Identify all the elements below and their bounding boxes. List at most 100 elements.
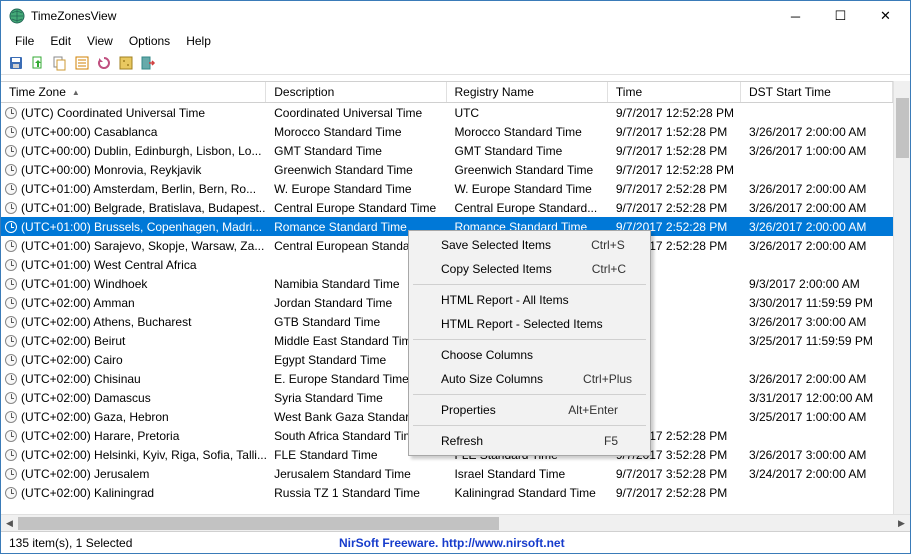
context-menu-item[interactable]: Auto Size ColumnsCtrl+Plus [411, 367, 648, 391]
vertical-scrollbar[interactable] [893, 81, 910, 514]
exit-icon[interactable] [139, 54, 157, 72]
refresh-icon[interactable] [95, 54, 113, 72]
cell-tz: (UTC) Coordinated Universal Time [1, 106, 266, 120]
clock-icon [5, 411, 17, 423]
menu-label: Choose Columns [441, 348, 618, 362]
menu-options[interactable]: Options [121, 32, 178, 50]
titlebar: TimeZonesView ─ ☐ ✕ [1, 1, 910, 31]
context-menu-item[interactable]: HTML Report - Selected Items [411, 312, 648, 336]
column-header[interactable]: Time Zone▲ [1, 82, 266, 102]
properties-icon[interactable] [73, 54, 91, 72]
maximize-button[interactable]: ☐ [818, 2, 863, 30]
cell-desc: GMT Standard Time [266, 144, 446, 158]
context-menu-item[interactable]: Save Selected ItemsCtrl+S [411, 233, 648, 257]
clock-icon [5, 487, 17, 499]
clock-icon [5, 240, 17, 252]
app-icon [9, 8, 25, 24]
table-row[interactable]: (UTC+00:00) Dublin, Edinburgh, Lisbon, L… [1, 141, 893, 160]
cell-reg: Morocco Standard Time [446, 125, 607, 139]
menu-help[interactable]: Help [178, 32, 219, 50]
context-menu-item[interactable]: RefreshF5 [411, 429, 648, 453]
clock-icon [5, 354, 17, 366]
horizontal-scrollbar[interactable]: ◀ ▶ [1, 514, 910, 531]
menu-separator [413, 394, 646, 395]
cell-dst: 3/26/2017 2:00:00 AM [741, 125, 893, 139]
cell-dst: 3/26/2017 2:00:00 AM [741, 372, 893, 386]
cell-tz: (UTC+02:00) Beirut [1, 334, 266, 348]
table-row[interactable]: (UTC+02:00) JerusalemJerusalem Standard … [1, 464, 893, 483]
table-row[interactable]: (UTC+02:00) KaliningradRussia TZ 1 Stand… [1, 483, 893, 502]
clock-icon [5, 316, 17, 328]
cell-time: 9/7/2017 2:52:28 PM [608, 486, 741, 500]
cell-time: 9/7/2017 2:52:28 PM [608, 201, 741, 215]
menu-separator [413, 339, 646, 340]
cell-time: 9/7/2017 12:52:28 PM [608, 163, 741, 177]
cell-time: 9/7/2017 12:52:28 PM [608, 106, 741, 120]
cell-dst: 3/26/2017 2:00:00 AM [741, 239, 893, 253]
clock-icon [5, 107, 17, 119]
cell-dst: 3/31/2017 12:00:00 AM [741, 391, 893, 405]
cell-tz: (UTC+02:00) Harare, Pretoria [1, 429, 266, 443]
table-row[interactable]: (UTC+01:00) Belgrade, Bratislava, Budape… [1, 198, 893, 217]
column-header[interactable]: Registry Name [447, 82, 608, 102]
cell-dst: 3/26/2017 3:00:00 AM [741, 315, 893, 329]
menu-label: Auto Size Columns [441, 372, 583, 386]
options-icon[interactable] [117, 54, 135, 72]
menu-label: HTML Report - Selected Items [441, 317, 643, 331]
cell-dst: 3/26/2017 2:00:00 AM [741, 220, 893, 234]
save-icon[interactable] [7, 54, 25, 72]
cell-desc: Jerusalem Standard Time [266, 467, 446, 481]
copy-icon[interactable] [51, 54, 69, 72]
cell-tz: (UTC+01:00) Amsterdam, Berlin, Bern, Ro.… [1, 182, 266, 196]
menu-view[interactable]: View [79, 32, 121, 50]
scroll-left-icon[interactable]: ◀ [1, 515, 18, 532]
cell-time: 9/7/2017 2:52:28 PM [608, 182, 741, 196]
credit-link[interactable]: NirSoft Freeware. http://www.nirsoft.net [339, 536, 565, 550]
cell-tz: (UTC+02:00) Athens, Bucharest [1, 315, 266, 329]
context-menu-item[interactable]: Copy Selected ItemsCtrl+C [411, 257, 648, 281]
menu-separator [413, 284, 646, 285]
table-row[interactable]: (UTC) Coordinated Universal TimeCoordina… [1, 103, 893, 122]
cell-tz: (UTC+00:00) Monrovia, Reykjavik [1, 163, 266, 177]
table-row[interactable]: (UTC+00:00) Monrovia, Reykjavik Greenwich… [1, 160, 893, 179]
cell-reg: Israel Standard Time [446, 467, 607, 481]
column-header[interactable]: Description [266, 82, 446, 102]
context-menu-item[interactable]: PropertiesAlt+Enter [411, 398, 648, 422]
cell-time: 9/7/2017 3:52:28 PM [608, 467, 741, 481]
cell-dst: 3/25/2017 1:00:00 AM [741, 410, 893, 424]
column-header-row: Time Zone▲DescriptionRegistry NameTimeDS… [1, 81, 893, 103]
cell-reg: UTC [446, 106, 607, 120]
scroll-right-icon[interactable]: ▶ [893, 515, 910, 532]
minimize-button[interactable]: ─ [773, 2, 818, 30]
context-menu-item[interactable]: Choose Columns [411, 343, 648, 367]
column-header[interactable]: DST Start Time [741, 82, 893, 102]
column-header[interactable]: Time [608, 82, 741, 102]
clock-icon [5, 145, 17, 157]
export-icon[interactable] [29, 54, 47, 72]
cell-desc: W. Europe Standard Time [266, 182, 446, 196]
close-button[interactable]: ✕ [863, 2, 908, 30]
menu-label: HTML Report - All Items [441, 293, 618, 307]
table-row[interactable]: (UTC+01:00) Amsterdam, Berlin, Bern, Ro.… [1, 179, 893, 198]
clock-icon [5, 335, 17, 347]
menu-shortcut: Ctrl+C [592, 262, 626, 276]
clock-icon [5, 430, 17, 442]
menu-label: Save Selected Items [441, 238, 591, 252]
menu-edit[interactable]: Edit [42, 32, 79, 50]
cell-tz: (UTC+02:00) Amman [1, 296, 266, 310]
cell-tz: (UTC+02:00) Cairo [1, 353, 266, 367]
cell-dst: 3/24/2017 2:00:00 AM [741, 467, 893, 481]
cell-reg: Greenwich Standard Time [446, 163, 607, 177]
cell-desc: Central Europe Standard Time [266, 201, 446, 215]
cell-tz: (UTC+01:00) Windhoek [1, 277, 266, 291]
cell-dst: 3/26/2017 2:00:00 AM [741, 182, 893, 196]
table-row[interactable]: (UTC+00:00) CasablancaMorocco Standard T… [1, 122, 893, 141]
statusbar: 135 item(s), 1 Selected NirSoft Freeware… [1, 531, 910, 553]
app-title: TimeZonesView [31, 9, 116, 23]
context-menu-item[interactable]: HTML Report - All Items [411, 288, 648, 312]
cell-tz: (UTC+02:00) Kaliningrad [1, 486, 266, 500]
cell-reg: Kaliningrad Standard Time [446, 486, 607, 500]
cell-desc: Coordinated Universal Time [266, 106, 446, 120]
menu-file[interactable]: File [7, 32, 42, 50]
cell-time: 9/7/2017 1:52:28 PM [608, 125, 741, 139]
